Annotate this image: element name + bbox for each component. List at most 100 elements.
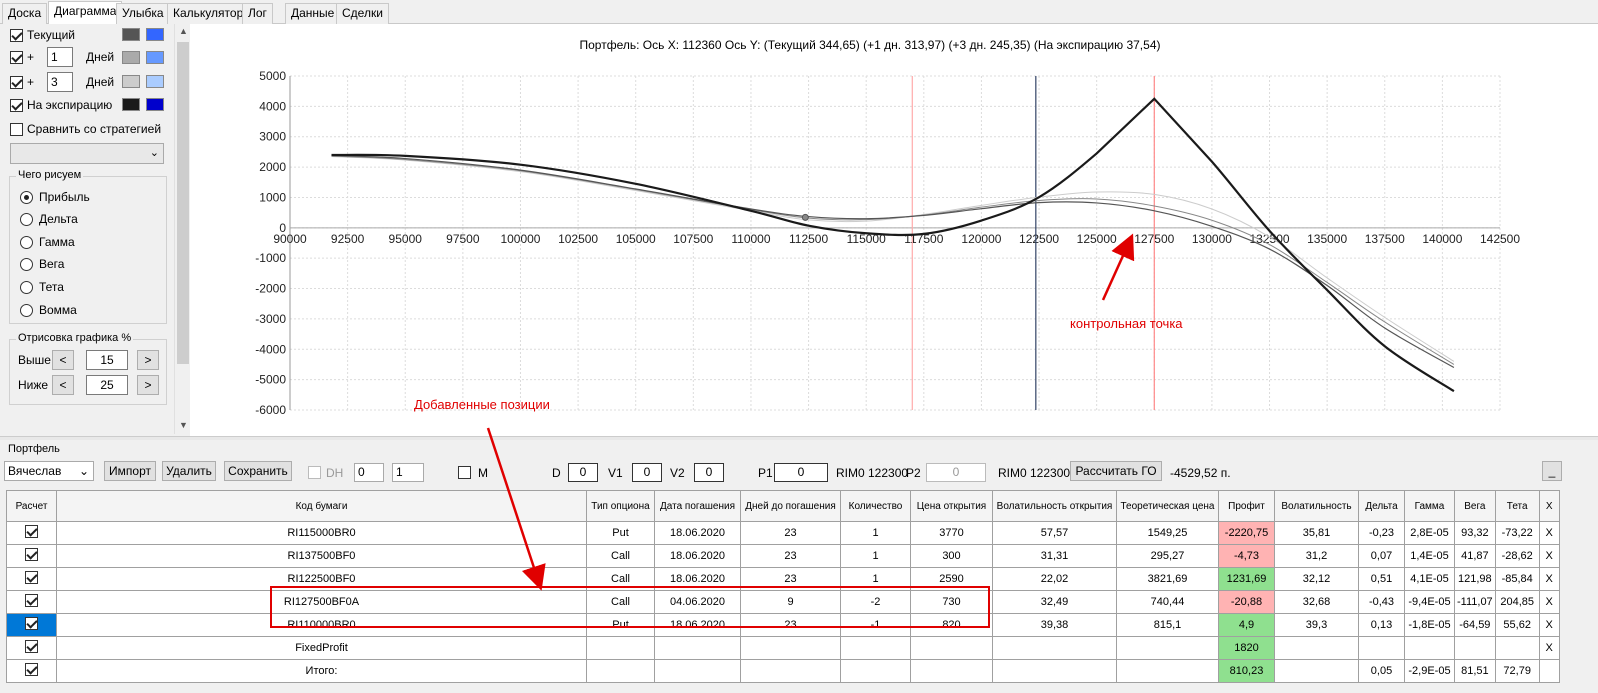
radio-profit-dot[interactable] xyxy=(20,190,33,204)
current-color-swatch[interactable] xyxy=(122,28,140,41)
delete-row-button[interactable]: X xyxy=(1538,567,1560,591)
qty-cell[interactable]: 1 xyxy=(840,521,911,545)
expiration-checkbox[interactable] xyxy=(10,98,23,112)
radio-profit[interactable]: Прибыль xyxy=(20,188,90,206)
calc-cell[interactable] xyxy=(6,544,57,568)
strategy-dropdown[interactable]: ⌄ xyxy=(10,143,164,164)
col-gamma[interactable]: Гамма xyxy=(1404,490,1455,522)
col-delta[interactable]: Дельта xyxy=(1358,490,1405,522)
tab-board[interactable]: Доска xyxy=(2,3,48,24)
calc-checkbox[interactable] xyxy=(25,617,38,630)
v1-input[interactable]: 0 xyxy=(632,463,662,482)
vol-cell[interactable]: 39,3 xyxy=(1274,613,1359,637)
calc-checkbox[interactable] xyxy=(25,594,38,607)
below-increment-button[interactable]: > xyxy=(137,375,159,395)
delete-row-button[interactable] xyxy=(1538,659,1560,683)
tab-calculator[interactable]: Калькулятор xyxy=(167,3,250,24)
plus3-color-swatch[interactable] xyxy=(122,75,140,88)
delete-button[interactable]: Удалить xyxy=(162,461,216,481)
account-select[interactable]: Вячеслав ⌄ xyxy=(4,461,94,481)
delete-row-button[interactable]: X xyxy=(1538,590,1560,614)
calc-cell[interactable] xyxy=(6,590,57,614)
scrollbar-thumb[interactable] xyxy=(177,42,189,364)
p1-input[interactable]: 0 xyxy=(774,463,828,482)
calc-cell[interactable] xyxy=(6,567,57,591)
col-vol[interactable]: Волатильность xyxy=(1274,490,1359,522)
vol-cell[interactable]: 31,2 xyxy=(1274,544,1359,568)
col-profit[interactable]: Профит xyxy=(1218,490,1275,522)
d-input[interactable]: 0 xyxy=(568,463,598,482)
col-theta[interactable]: Тета xyxy=(1494,490,1540,522)
current-checkbox[interactable] xyxy=(10,28,23,42)
plus1-color-swatch[interactable] xyxy=(122,51,140,64)
vol-cell[interactable]: 35,81 xyxy=(1274,521,1359,545)
radio-theta-dot[interactable] xyxy=(20,280,33,294)
calc-go-button[interactable]: Рассчитать ГО xyxy=(1070,461,1162,481)
calc-checkbox[interactable] xyxy=(25,663,38,676)
plus1-days-input[interactable]: 1 xyxy=(47,47,73,67)
calc-cell[interactable] xyxy=(6,613,57,637)
qty-cell[interactable]: 1 xyxy=(840,544,911,568)
plus3-checkbox[interactable] xyxy=(10,75,23,89)
m-checkbox[interactable] xyxy=(458,466,471,479)
minimize-button[interactable]: _ xyxy=(1542,461,1562,481)
plus1-color-swatch-2[interactable] xyxy=(146,51,164,64)
col-vega[interactable]: Вега xyxy=(1454,490,1496,522)
qty-cell[interactable] xyxy=(840,659,911,683)
vol-cell[interactable]: 32,68 xyxy=(1274,590,1359,614)
calc-checkbox[interactable] xyxy=(25,548,38,561)
col-date[interactable]: Дата погашения xyxy=(654,490,741,522)
delete-row-button[interactable]: X xyxy=(1538,544,1560,568)
expiration-color-swatch-2[interactable] xyxy=(146,98,164,111)
table-row[interactable]: RI137500BF0 Call 18.06.2020 23 1 300 31,31 295,… xyxy=(6,544,1560,568)
vol-cell[interactable]: 32,12 xyxy=(1274,567,1359,591)
dh-spinner-1[interactable]: 0 xyxy=(354,463,384,482)
below-input[interactable]: 25 xyxy=(86,375,128,395)
tab-smile[interactable]: Улыбка xyxy=(116,3,170,24)
tab-deals[interactable]: Сделки xyxy=(336,3,389,24)
col-qty[interactable]: Количество xyxy=(840,490,911,522)
import-button[interactable]: Импорт xyxy=(104,461,156,481)
tab-log[interactable]: Лог xyxy=(242,3,273,24)
col-calc[interactable]: Расчет xyxy=(6,490,57,522)
scroll-up-icon[interactable]: ▲ xyxy=(179,26,188,36)
compare-checkbox[interactable] xyxy=(10,122,23,136)
delete-row-button[interactable]: X xyxy=(1538,636,1560,660)
col-type[interactable]: Тип опциона xyxy=(586,490,655,522)
tab-data[interactable]: Данные xyxy=(285,3,341,24)
v2-input[interactable]: 0 xyxy=(694,463,724,482)
calc-cell[interactable] xyxy=(6,636,57,660)
calc-checkbox[interactable] xyxy=(25,640,38,653)
plus3-color-swatch-2[interactable] xyxy=(146,75,164,88)
table-row[interactable]: FixedProfit 1820 X xyxy=(6,636,1560,660)
col-open[interactable]: Цена открытия xyxy=(910,490,993,522)
radio-vomma-dot[interactable] xyxy=(20,303,33,317)
calc-checkbox[interactable] xyxy=(25,525,38,538)
calc-checkbox[interactable] xyxy=(25,571,38,584)
radio-vega-dot[interactable] xyxy=(20,257,33,271)
vol-cell[interactable] xyxy=(1274,659,1359,683)
calc-cell[interactable] xyxy=(6,521,57,545)
current-color-swatch-2[interactable] xyxy=(146,28,164,41)
above-input[interactable]: 15 xyxy=(86,350,128,370)
table-row[interactable]: Итого: 810,23 0,05 -2,9E-05 81,51 72,79 xyxy=(6,659,1560,683)
radio-delta[interactable]: Дельта xyxy=(20,210,78,228)
scroll-down-icon[interactable]: ▼ xyxy=(179,420,188,430)
below-decrement-button[interactable]: < xyxy=(52,375,74,395)
radio-vega[interactable]: Вега xyxy=(20,255,64,273)
radio-delta-dot[interactable] xyxy=(20,212,33,226)
col-days[interactable]: Дней до погашения xyxy=(740,490,841,522)
dh-spinner-2[interactable]: 1 xyxy=(392,463,424,482)
radio-vomma[interactable]: Вомма xyxy=(20,301,77,319)
plus1-checkbox[interactable] xyxy=(10,50,23,64)
above-decrement-button[interactable]: < xyxy=(52,350,74,370)
left-panel-scrollbar[interactable]: ▲ ▼ xyxy=(174,24,190,434)
delete-row-button[interactable]: X xyxy=(1538,613,1560,637)
tab-diagram[interactable]: Диаграмма xyxy=(48,1,123,25)
save-button[interactable]: Сохранить xyxy=(224,461,292,481)
col-vol-open[interactable]: Волатильность открытия xyxy=(992,490,1117,522)
qty-cell[interactable] xyxy=(840,636,911,660)
col-code[interactable]: Код бумаги xyxy=(56,490,587,522)
payoff-chart[interactable]: Портфель: Ось X: 112360 Ось Y: (Текущий … xyxy=(190,24,1598,436)
radio-gamma-dot[interactable] xyxy=(20,235,33,249)
